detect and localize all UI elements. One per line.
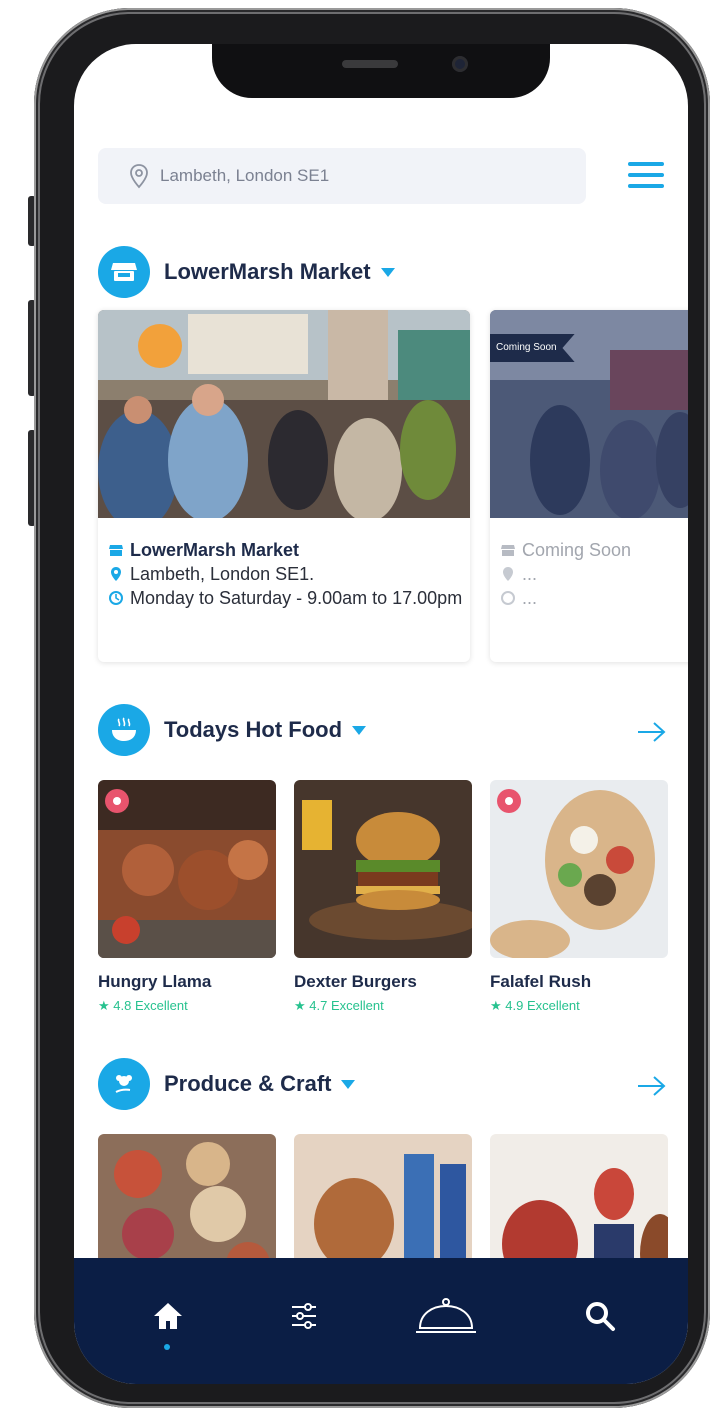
food-name: Dexter Burgers bbox=[294, 972, 417, 991]
section-title: LowerMarsh Market bbox=[164, 259, 371, 284]
arrow-right-icon[interactable] bbox=[636, 1074, 668, 1098]
food-photo bbox=[294, 780, 472, 958]
coming-soon-badge: Coming Soon bbox=[490, 334, 575, 362]
market-section-header[interactable]: LowerMarsh Market bbox=[98, 246, 395, 298]
flower-badge-icon bbox=[497, 789, 521, 813]
filters-icon[interactable] bbox=[280, 1292, 328, 1340]
hamburger-menu-icon[interactable] bbox=[628, 162, 664, 190]
clock-icon bbox=[501, 591, 515, 605]
food-card[interactable]: Falafel Rush ★ 4.9 Excellent bbox=[490, 780, 668, 1014]
caret-down-icon[interactable] bbox=[380, 267, 395, 277]
stall-icon bbox=[501, 545, 515, 556]
speaker bbox=[342, 60, 398, 68]
bottom-tab-bar bbox=[74, 1258, 688, 1384]
market-stall-icon bbox=[98, 246, 150, 298]
home-icon[interactable] bbox=[144, 1292, 192, 1340]
hot-food-section-header[interactable]: Todays Hot Food bbox=[98, 704, 367, 756]
market-name: Coming Soon bbox=[522, 540, 632, 560]
active-tab-indicator bbox=[164, 1344, 170, 1350]
market-location: ... bbox=[522, 564, 538, 584]
market-location: Lambeth, London SE1. bbox=[130, 564, 315, 584]
market-hours: ... bbox=[522, 588, 538, 608]
flower-hand-icon bbox=[98, 1058, 150, 1110]
market-card[interactable]: LowerMarsh Market Lambeth, London SE1. M… bbox=[98, 310, 470, 662]
caret-down-icon[interactable] bbox=[352, 725, 367, 735]
cloche-icon[interactable] bbox=[414, 1292, 478, 1340]
location-search-bar[interactable]: Lambeth, London SE1 bbox=[98, 148, 586, 204]
section-title: Todays Hot Food bbox=[164, 717, 343, 742]
hot-bowl-icon bbox=[98, 704, 150, 756]
food-card[interactable]: Hungry Llama ★ 4.8 Excellent bbox=[98, 780, 276, 1014]
produce-section-header[interactable]: Produce & Craft bbox=[98, 1058, 356, 1110]
food-rating: ★ 4.9 Excellent bbox=[490, 998, 580, 1013]
app-screen: Lambeth, London SE1 LowerMarsh Market Lo… bbox=[74, 44, 688, 1384]
search-icon[interactable] bbox=[576, 1292, 624, 1340]
star-icon: ★ bbox=[98, 998, 114, 1013]
location-pin-icon bbox=[503, 567, 513, 581]
food-rating: ★ 4.8 Excellent bbox=[98, 998, 188, 1013]
food-rating: ★ 4.7 Excellent bbox=[294, 998, 384, 1013]
front-camera bbox=[452, 56, 468, 72]
arrow-right-icon[interactable] bbox=[636, 720, 668, 744]
stall-icon bbox=[109, 545, 123, 556]
food-card[interactable]: Dexter Burgers ★ 4.7 Excellent bbox=[294, 780, 472, 1014]
section-title: Produce & Craft bbox=[164, 1071, 332, 1096]
market-photo bbox=[98, 310, 470, 518]
food-name: Falafel Rush bbox=[490, 972, 592, 991]
phone-notch bbox=[212, 44, 550, 98]
food-name: Hungry Llama bbox=[98, 972, 212, 991]
market-info: LowerMarsh Market Lambeth, London SE1. M… bbox=[108, 538, 464, 610]
caret-down-icon[interactable] bbox=[341, 1079, 356, 1089]
flower-badge-icon bbox=[105, 789, 129, 813]
market-name: LowerMarsh Market bbox=[130, 540, 300, 560]
location-pin-icon bbox=[128, 163, 150, 189]
market-info: Coming Soon ... ... bbox=[500, 538, 688, 610]
star-icon: ★ bbox=[490, 998, 506, 1013]
market-card-coming-soon[interactable]: Coming Soon Coming Soon ... ... bbox=[490, 310, 688, 662]
market-hours: Monday to Saturday - 9.00am to 17.00pm bbox=[130, 588, 463, 608]
location-text: Lambeth, London SE1 bbox=[160, 166, 330, 185]
clock-icon bbox=[109, 591, 123, 605]
star-icon: ★ bbox=[294, 998, 310, 1013]
location-pin-icon bbox=[111, 567, 121, 581]
